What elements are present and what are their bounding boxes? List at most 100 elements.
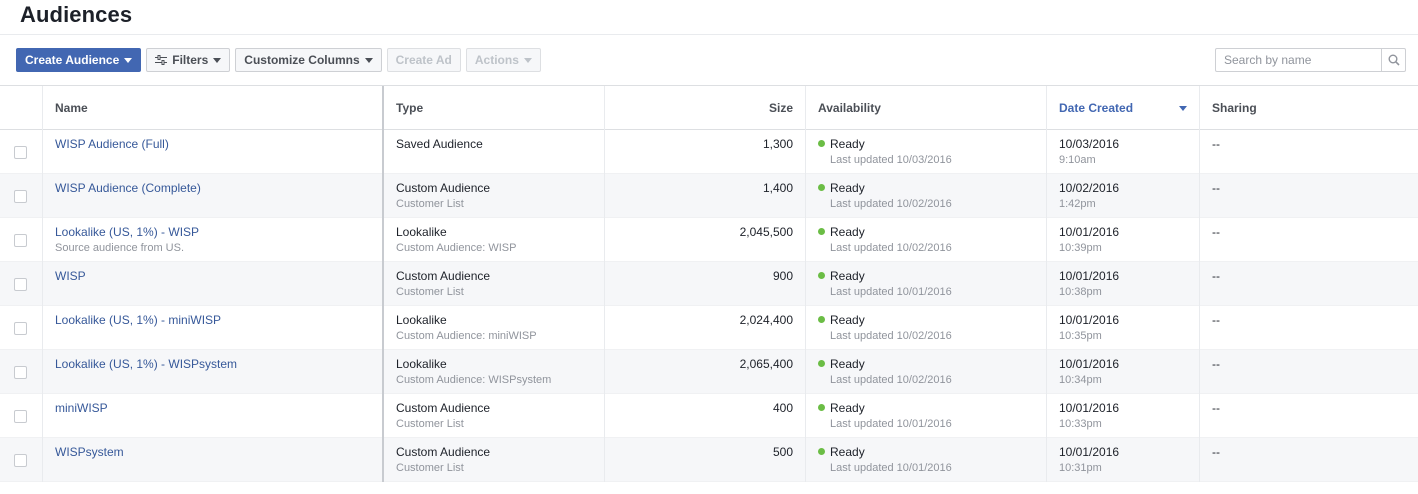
sharing-cell: --	[1200, 130, 1418, 174]
column-header-availability[interactable]: Availability	[806, 86, 1047, 130]
search-box	[1215, 48, 1406, 72]
status-dot-icon	[818, 184, 825, 191]
filters-button[interactable]: Filters	[146, 48, 231, 72]
sharing-value: --	[1212, 269, 1220, 283]
search-button[interactable]	[1381, 49, 1405, 71]
table-row[interactable]: miniWISP Custom Audience Customer List 4…	[0, 394, 1418, 438]
row-checkbox[interactable]	[14, 278, 27, 291]
column-header-date-created[interactable]: Date Created	[1047, 86, 1200, 130]
row-select-cell	[0, 394, 43, 438]
audience-size: 500	[772, 445, 793, 459]
audience-name-link[interactable]: WISP Audience (Full)	[55, 137, 370, 151]
column-header-label: Name	[55, 101, 88, 115]
row-checkbox[interactable]	[14, 410, 27, 423]
availability-updated: Last updated 10/02/2016	[830, 374, 952, 386]
table-row[interactable]: Lookalike (US, 1%) - WISPsystem Lookalik…	[0, 350, 1418, 394]
date-created-cell: 10/03/2016 9:10am	[1047, 130, 1200, 174]
audience-type: Lookalike	[396, 313, 447, 327]
date-created-cell: 10/01/2016 10:34pm	[1047, 350, 1200, 394]
availability-cell: Ready Last updated 10/01/2016	[806, 394, 1047, 438]
availability-updated: Last updated 10/01/2016	[830, 418, 952, 430]
audience-type: Lookalike	[396, 357, 447, 371]
name-cell: WISP	[43, 262, 384, 306]
table-row[interactable]: WISP Audience (Full) Saved Audience 1,30…	[0, 130, 1418, 174]
table-body: WISP Audience (Full) Saved Audience 1,30…	[0, 130, 1418, 482]
column-header-size[interactable]: Size	[605, 86, 806, 130]
table-row[interactable]: WISPsystem Custom Audience Customer List…	[0, 438, 1418, 482]
row-select-cell	[0, 174, 43, 218]
filter-sliders-icon	[155, 55, 168, 65]
type-cell: Lookalike Custom Audience: WISP	[384, 218, 605, 262]
column-header-name[interactable]: Name	[43, 86, 384, 130]
date-created: 10/01/2016	[1059, 445, 1120, 459]
date-created-cell: 10/02/2016 1:42pm	[1047, 174, 1200, 218]
row-checkbox[interactable]	[14, 454, 27, 467]
availability-status: Ready	[818, 181, 1034, 195]
availability-updated: Last updated 10/02/2016	[830, 198, 952, 210]
create-audience-label: Create Audience	[25, 53, 120, 67]
chevron-down-icon	[213, 57, 222, 63]
audience-name-link[interactable]: WISPsystem	[55, 445, 370, 459]
table-row[interactable]: WISP Audience (Complete) Custom Audience…	[0, 174, 1418, 218]
audience-name-link[interactable]: Lookalike (US, 1%) - WISP	[55, 225, 370, 239]
filters-label: Filters	[172, 53, 209, 67]
name-cell: WISP Audience (Full)	[43, 130, 384, 174]
create-audience-button[interactable]: Create Audience	[16, 48, 142, 72]
sharing-cell: --	[1200, 350, 1418, 394]
create-ad-button[interactable]: Create Ad	[386, 48, 461, 72]
row-checkbox[interactable]	[14, 146, 27, 159]
sharing-cell: --	[1200, 306, 1418, 350]
row-checkbox[interactable]	[14, 234, 27, 247]
size-cell: 2,045,500	[605, 218, 806, 262]
audience-name-link[interactable]: Lookalike (US, 1%) - WISPsystem	[55, 357, 370, 371]
row-checkbox[interactable]	[14, 366, 27, 379]
sharing-value: --	[1212, 357, 1220, 371]
table-row[interactable]: Lookalike (US, 1%) - WISP Source audienc…	[0, 218, 1418, 262]
size-cell: 2,065,400	[605, 350, 806, 394]
status-dot-icon	[818, 272, 825, 279]
sharing-value: --	[1212, 401, 1220, 415]
row-checkbox[interactable]	[14, 322, 27, 335]
chevron-down-icon	[523, 57, 532, 63]
audience-name-link[interactable]: WISP	[55, 269, 370, 283]
type-cell: Custom Audience Customer List	[384, 438, 605, 482]
search-input[interactable]	[1216, 49, 1381, 71]
row-checkbox[interactable]	[14, 190, 27, 203]
date-created-cell: 10/01/2016 10:38pm	[1047, 262, 1200, 306]
date-created: 10/01/2016	[1059, 225, 1120, 239]
table-row[interactable]: WISP Custom Audience Customer List 900 R…	[0, 262, 1418, 306]
audience-type-subtext: Customer List	[396, 462, 464, 474]
sharing-value: --	[1212, 225, 1220, 239]
table-header: Name Type Size Availability Date Created…	[0, 86, 1418, 130]
audience-name-link[interactable]: WISP Audience (Complete)	[55, 181, 370, 195]
column-header-sharing[interactable]: Sharing	[1200, 86, 1418, 130]
availability-cell: Ready Last updated 10/01/2016	[806, 262, 1047, 306]
availability-cell: Ready Last updated 10/03/2016	[806, 130, 1047, 174]
name-cell: Lookalike (US, 1%) - WISP Source audienc…	[43, 218, 384, 262]
column-header-type[interactable]: Type	[384, 86, 605, 130]
sharing-cell: --	[1200, 394, 1418, 438]
type-cell: Custom Audience Customer List	[384, 174, 605, 218]
actions-button[interactable]: Actions	[465, 48, 541, 72]
name-cell: WISP Audience (Complete)	[43, 174, 384, 218]
audience-type-subtext: Custom Audience: WISP	[396, 242, 517, 254]
type-cell: Lookalike Custom Audience: miniWISP	[384, 306, 605, 350]
date-created-cell: 10/01/2016 10:33pm	[1047, 394, 1200, 438]
audience-name-link[interactable]: miniWISP	[55, 401, 370, 415]
audience-size: 900	[772, 269, 793, 283]
availability-status: Ready	[818, 137, 1034, 151]
customize-columns-button[interactable]: Customize Columns	[235, 48, 382, 72]
audience-size: 2,024,400	[739, 313, 793, 327]
availability-status-label: Ready	[830, 181, 865, 195]
select-all-column	[0, 86, 43, 130]
table-row[interactable]: Lookalike (US, 1%) - miniWISP Lookalike …	[0, 306, 1418, 350]
time-created: 10:39pm	[1059, 242, 1102, 254]
time-created: 10:38pm	[1059, 286, 1102, 298]
availability-updated: Last updated 10/01/2016	[830, 286, 952, 298]
audiences-table: Name Type Size Availability Date Created…	[0, 85, 1418, 482]
row-select-cell	[0, 438, 43, 482]
customize-columns-label: Customize Columns	[244, 53, 360, 67]
column-header-label: Type	[396, 101, 424, 115]
audience-name-link[interactable]: Lookalike (US, 1%) - miniWISP	[55, 313, 370, 327]
name-cell: Lookalike (US, 1%) - WISPsystem	[43, 350, 384, 394]
